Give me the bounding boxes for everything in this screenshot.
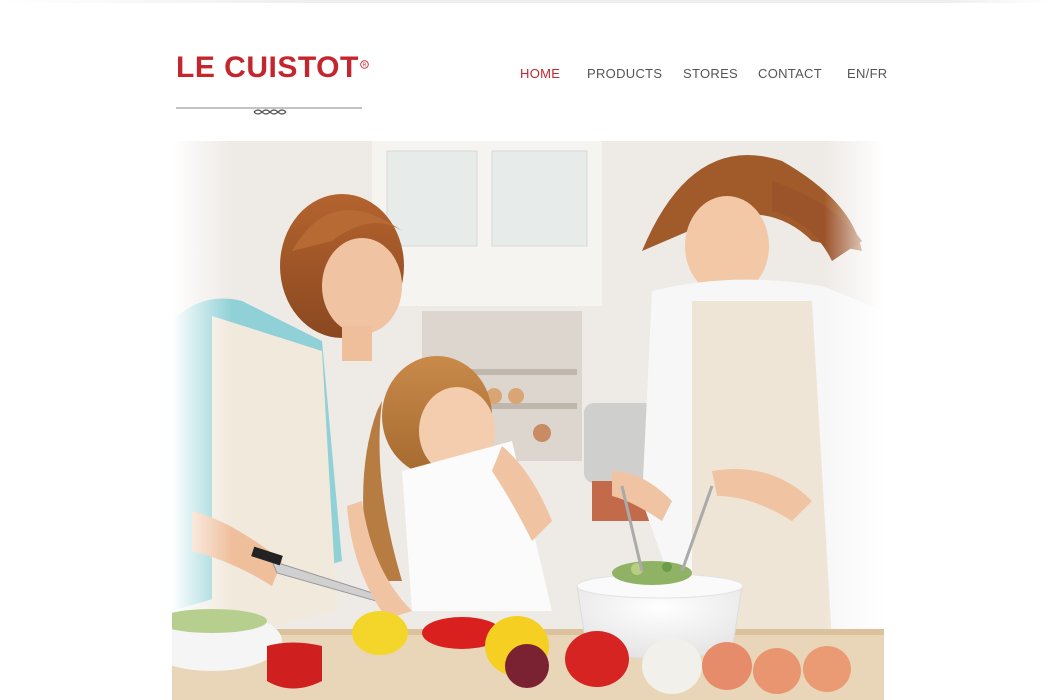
logo-flourish: [176, 107, 362, 115]
hero-kitchen-illustration: [172, 141, 884, 700]
hero-image: [172, 141, 884, 700]
nav-home[interactable]: HOME: [520, 66, 560, 81]
nav-products[interactable]: PRODUCTS: [587, 66, 662, 81]
top-border: [0, 0, 1050, 3]
nav-language-toggle[interactable]: EN/FR: [847, 66, 888, 81]
nav-stores[interactable]: STORES: [683, 66, 738, 81]
main-nav: HOME PRODUCTS STORES CONTACT EN/FR: [0, 66, 1050, 88]
nav-contact[interactable]: CONTACT: [758, 66, 822, 81]
